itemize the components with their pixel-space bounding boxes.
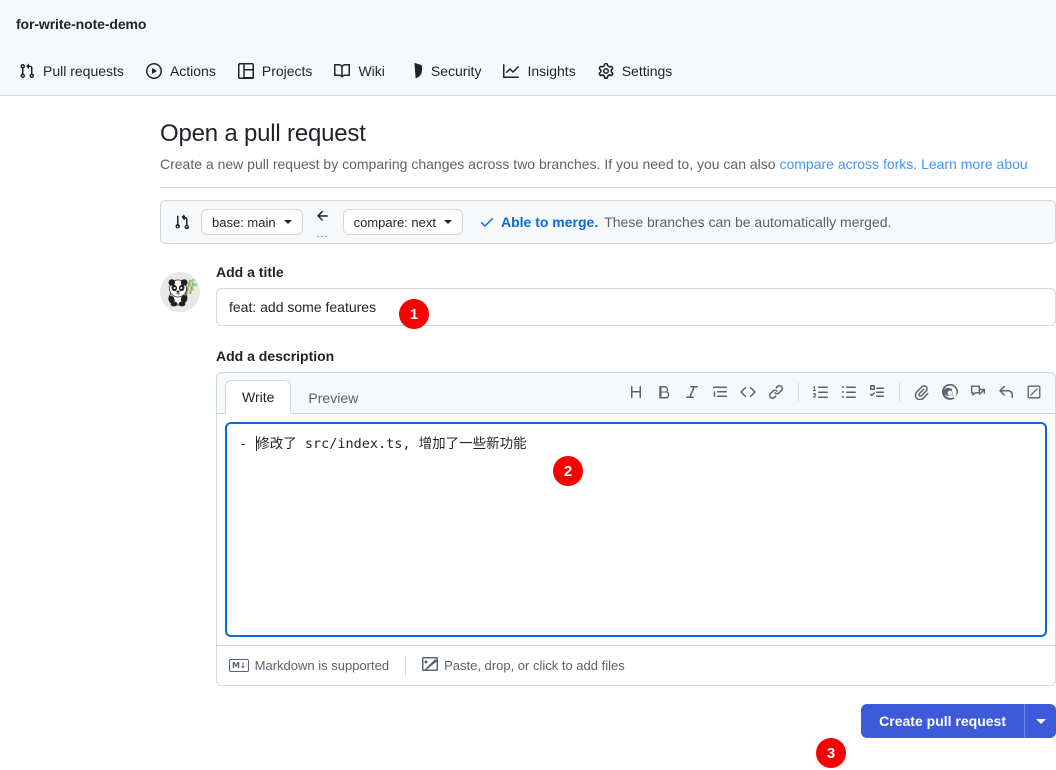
nav-item-security[interactable]: Security — [398, 57, 491, 85]
description-body: 修改了 src/index.ts, 增加了一些新功能 — [256, 436, 527, 452]
description-section: Add a description Write Preview - 修改了 sr… — [216, 348, 1056, 738]
attach-file-icon[interactable] — [909, 379, 935, 405]
nav-item-label: Security — [430, 63, 482, 79]
merge-status: Able to merge. These branches can be aut… — [479, 214, 891, 230]
editor-area: - 修改了 src/index.ts, 增加了一些新功能 — [217, 414, 1055, 645]
chevron-down-icon — [1035, 718, 1046, 724]
step-badge-3: 3 — [816, 738, 846, 768]
submit-row: Create pull request — [216, 704, 1056, 738]
title-field-group: Add a title — [216, 264, 1056, 326]
gear-icon — [598, 63, 614, 79]
nav-item-label: Actions — [169, 63, 216, 79]
reply-icon[interactable] — [993, 379, 1019, 405]
comment-box-footer: M↓ Markdown is supported Paste, drop, or… — [217, 645, 1055, 685]
compare-branch-label: compare: next — [353, 214, 436, 230]
merge-status-text: These branches can be automatically merg… — [604, 214, 892, 230]
italic-icon[interactable] — [679, 379, 705, 405]
base-branch-selector[interactable]: base: main — [201, 209, 303, 235]
tab-write[interactable]: Write — [225, 380, 292, 414]
toolbar-divider — [798, 383, 799, 401]
play-circle-icon — [145, 63, 162, 79]
compare-across-forks-link[interactable]: compare across forks — [779, 156, 913, 172]
markdown-toolbar — [623, 379, 1047, 413]
step-badge-1: 1 — [399, 299, 429, 329]
toolbar-group-lists — [808, 379, 890, 405]
toolbar-group-insert — [909, 379, 1047, 405]
header-divider — [160, 187, 1056, 188]
graph-icon — [503, 63, 520, 79]
bold-icon[interactable] — [651, 379, 677, 405]
repo-navigation: Pull requests Actions Projects Wiki Secu — [0, 57, 681, 85]
table-icon — [237, 63, 254, 79]
commit-dots: ... — [316, 227, 329, 240]
ordered-list-icon[interactable] — [808, 379, 834, 405]
tab-preview[interactable]: Preview — [291, 380, 375, 414]
nav-item-wiki[interactable]: Wiki — [325, 57, 393, 85]
compare-branch-selector[interactable]: compare: next — [342, 209, 463, 235]
repo-title: for-write-note-demo — [16, 16, 147, 32]
nav-item-label: Pull requests — [43, 63, 124, 79]
create-pr-button-group: Create pull request — [861, 704, 1056, 738]
description-label: Add a description — [216, 348, 335, 364]
nav-item-label: Insights — [527, 63, 576, 79]
code-icon[interactable] — [735, 379, 761, 405]
avatar — [160, 272, 200, 312]
book-icon — [334, 63, 351, 79]
git-compare-icon — [173, 214, 189, 230]
git-pull-request-icon — [19, 63, 35, 79]
page-subtitle-text-2: . — [913, 156, 922, 172]
pr-description-textarea[interactable]: - 修改了 src/index.ts, 增加了一些新功能 — [225, 422, 1047, 637]
add-files-dropzone[interactable]: Paste, drop, or click to add files — [406, 646, 641, 685]
nav-item-projects[interactable]: Projects — [229, 57, 322, 85]
markdown-label: Markdown is supported — [254, 658, 390, 673]
step-badge-2: 2 — [553, 456, 583, 486]
toolbar-divider — [899, 383, 900, 401]
description-dash: - — [239, 436, 256, 452]
comment-box-header: Write Preview — [217, 373, 1055, 414]
image-icon — [422, 656, 439, 675]
chevron-down-icon — [283, 220, 292, 224]
nav-item-pull-requests[interactable]: Pull requests — [10, 57, 133, 85]
base-branch-label: base: main — [212, 214, 276, 230]
check-icon — [479, 214, 495, 230]
nav-item-insights[interactable]: Insights — [494, 57, 584, 85]
add-files-label: Paste, drop, or click to add files — [444, 658, 625, 673]
shield-alert-icon — [407, 63, 423, 79]
quote-icon[interactable] — [707, 379, 733, 405]
title-row: Add a title — [160, 264, 1056, 326]
nav-item-label: Projects — [261, 63, 313, 79]
title-label: Add a title — [216, 264, 284, 280]
create-pr-dropdown-button[interactable] — [1024, 704, 1056, 738]
chevron-down-icon — [443, 220, 452, 224]
editor-tabs: Write Preview — [225, 380, 375, 414]
nav-item-actions[interactable]: Actions — [137, 57, 225, 85]
nav-item-label: Settings — [621, 63, 673, 79]
heading-icon[interactable] — [623, 379, 649, 405]
markdown-icon: M↓ — [229, 659, 249, 672]
repo-header: for-write-note-demo Pull requests Action… — [0, 0, 1056, 96]
nav-item-settings[interactable]: Settings — [589, 57, 682, 85]
comment-box: Write Preview - 修改了 src/index.ts, 增加了一些新… — [216, 372, 1056, 686]
link-icon[interactable] — [763, 379, 789, 405]
task-list-icon[interactable] — [864, 379, 890, 405]
saved-reply-icon[interactable] — [965, 379, 991, 405]
create-pull-request-button[interactable]: Create pull request — [861, 704, 1024, 738]
arrow-left-icon — [315, 208, 331, 229]
markdown-supported[interactable]: M↓ Markdown is supported — [217, 646, 405, 685]
learn-more-link[interactable]: Learn more abou — [921, 156, 1028, 172]
toolbar-group-text — [623, 379, 789, 405]
pr-title-input[interactable] — [216, 288, 1056, 326]
fullscreen-icon[interactable] — [1021, 379, 1047, 405]
merge-status-strong: Able to merge. — [500, 214, 599, 230]
page-subtitle: Create a new pull request by comparing c… — [160, 154, 1056, 175]
page-subtitle-text-1: Create a new pull request by comparing c… — [160, 156, 780, 172]
branch-comparison-bar: base: main ... compare: next Able to mer… — [160, 200, 1056, 244]
mention-icon[interactable] — [937, 379, 963, 405]
direction-arrow: ... — [311, 208, 335, 240]
main-content: Open a pull request Create a new pull re… — [0, 96, 1056, 738]
nav-item-label: Wiki — [358, 63, 385, 79]
unordered-list-icon[interactable] — [836, 379, 862, 405]
page-title: Open a pull request — [160, 120, 366, 147]
